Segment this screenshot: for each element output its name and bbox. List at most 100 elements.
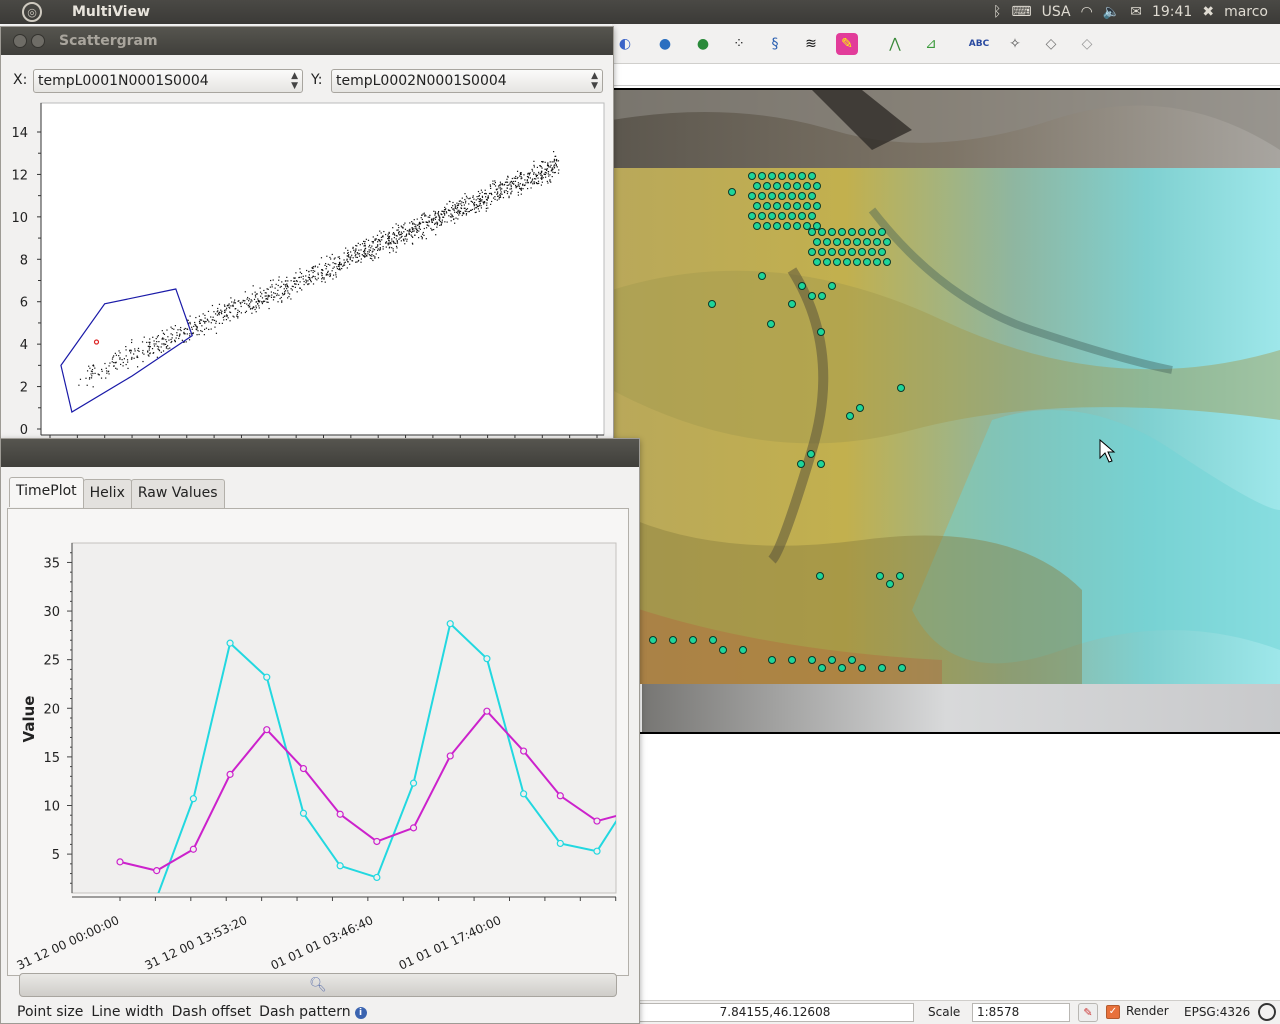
crs-label[interactable]: EPSG:4326 xyxy=(1184,1005,1250,1019)
sample-point[interactable] xyxy=(813,238,821,246)
user-name[interactable]: marco xyxy=(1224,4,1268,20)
sample-point[interactable] xyxy=(798,282,806,290)
scale-input[interactable]: 1:8578 xyxy=(972,1003,1070,1022)
sample-point[interactable] xyxy=(748,192,756,200)
sample-point[interactable] xyxy=(843,238,851,246)
crs-globe-icon[interactable] xyxy=(1258,1003,1276,1021)
sample-point[interactable] xyxy=(793,222,801,230)
sample-point[interactable] xyxy=(758,272,766,280)
sample-point[interactable] xyxy=(803,222,811,230)
sample-point[interactable] xyxy=(856,404,864,412)
sample-point[interactable] xyxy=(808,212,816,220)
sample-point[interactable] xyxy=(828,282,836,290)
sample-point[interactable] xyxy=(748,172,756,180)
sample-point[interactable] xyxy=(788,192,796,200)
sample-point[interactable] xyxy=(818,228,826,236)
sample-point[interactable] xyxy=(773,222,781,230)
sample-point[interactable] xyxy=(838,248,846,256)
sample-point[interactable] xyxy=(848,248,856,256)
sample-point[interactable] xyxy=(783,222,791,230)
info-icon[interactable]: i xyxy=(354,1007,367,1019)
sample-point[interactable] xyxy=(719,646,727,654)
sample-point[interactable] xyxy=(773,182,781,190)
y-variable-combo[interactable]: tempL0002N0001S0004 ▲ ▼ xyxy=(331,69,603,93)
color-palette-icon[interactable]: ✎ xyxy=(836,33,858,55)
sample-point[interactable] xyxy=(878,228,886,236)
tag-remove-icon[interactable]: ◇ xyxy=(1076,33,1098,55)
sample-point[interactable] xyxy=(833,258,841,266)
sample-point[interactable] xyxy=(758,172,766,180)
mail-icon[interactable]: ✉ xyxy=(1130,4,1142,20)
sample-point[interactable] xyxy=(838,664,846,672)
sample-point[interactable] xyxy=(828,656,836,664)
sample-point[interactable] xyxy=(823,238,831,246)
sample-point[interactable] xyxy=(803,202,811,210)
sample-point[interactable] xyxy=(748,212,756,220)
sample-point[interactable] xyxy=(728,188,736,196)
sample-point[interactable] xyxy=(797,460,805,468)
sample-point[interactable] xyxy=(883,258,891,266)
line-width-option[interactable]: Line width xyxy=(91,1004,163,1020)
sample-point[interactable] xyxy=(788,212,796,220)
transfer-function-icon[interactable]: ⋀ xyxy=(884,33,906,55)
terrain-map[interactable] xyxy=(612,90,1280,734)
sample-point[interactable] xyxy=(803,182,811,190)
sample-point[interactable] xyxy=(793,202,801,210)
sample-point[interactable] xyxy=(818,664,826,672)
sample-point[interactable] xyxy=(828,228,836,236)
sample-point[interactable] xyxy=(813,222,821,230)
sample-point[interactable] xyxy=(808,172,816,180)
sample-point[interactable] xyxy=(813,202,821,210)
coordinate-readout[interactable]: 7.84155,46.12608 xyxy=(636,1003,914,1022)
sample-point[interactable] xyxy=(896,572,904,580)
sample-point[interactable] xyxy=(858,248,866,256)
sample-point[interactable] xyxy=(813,258,821,266)
ubuntu-logo-icon[interactable]: ◎ xyxy=(22,2,42,22)
sample-point[interactable] xyxy=(778,172,786,180)
sample-point[interactable] xyxy=(778,212,786,220)
sample-point[interactable] xyxy=(817,328,825,336)
sample-point[interactable] xyxy=(798,192,806,200)
stop-render-icon[interactable]: ✎ xyxy=(1078,1003,1098,1022)
sample-point[interactable] xyxy=(768,212,776,220)
dash-offset-option[interactable]: Dash offset xyxy=(172,1004,252,1020)
point-size-option[interactable]: Point size xyxy=(17,1004,83,1020)
sample-point[interactable] xyxy=(858,228,866,236)
dna-helix-icon[interactable]: § xyxy=(764,33,786,55)
sample-point[interactable] xyxy=(898,664,906,672)
sample-point[interactable] xyxy=(876,572,884,580)
sample-point[interactable] xyxy=(783,202,791,210)
sample-point[interactable] xyxy=(763,182,771,190)
globe-blue-icon[interactable]: ◐ xyxy=(614,33,636,55)
sample-point[interactable] xyxy=(758,212,766,220)
sample-point[interactable] xyxy=(858,664,866,672)
tag-tool-icon[interactable]: ◇ xyxy=(1040,33,1062,55)
sample-point[interactable] xyxy=(778,192,786,200)
clock[interactable]: 19:41 xyxy=(1152,4,1192,20)
sample-point[interactable] xyxy=(833,238,841,246)
sample-point[interactable] xyxy=(768,656,776,664)
sample-point[interactable] xyxy=(768,192,776,200)
map-view[interactable] xyxy=(612,88,1280,734)
dash-pattern-option[interactable]: Dash pattern i xyxy=(259,1004,367,1020)
layers-icon[interactable]: ≋ xyxy=(800,33,822,55)
sample-point[interactable] xyxy=(788,300,796,308)
earth-icon[interactable]: ● xyxy=(692,33,714,55)
sample-point[interactable] xyxy=(863,258,871,266)
sample-point[interactable] xyxy=(649,636,657,644)
sample-point[interactable] xyxy=(758,192,766,200)
scattergram-titlebar[interactable]: Scattergram xyxy=(1,27,613,55)
sample-point[interactable] xyxy=(883,238,891,246)
minimize-icon[interactable] xyxy=(31,34,45,48)
sample-point[interactable] xyxy=(843,258,851,266)
tab-raw-values[interactable]: Raw Values xyxy=(130,479,225,509)
sample-point[interactable] xyxy=(767,320,775,328)
sample-point[interactable] xyxy=(873,238,881,246)
timeplot-titlebar[interactable] xyxy=(1,439,639,467)
time-plot[interactable]: 5 10 15 20 25 30 35 Value 31 12 00 00:00:00 31 12… xyxy=(8,509,628,975)
sample-point[interactable] xyxy=(868,248,876,256)
sample-point[interactable] xyxy=(848,228,856,236)
sample-point[interactable] xyxy=(708,300,716,308)
sample-point[interactable] xyxy=(868,228,876,236)
sample-point[interactable] xyxy=(793,182,801,190)
